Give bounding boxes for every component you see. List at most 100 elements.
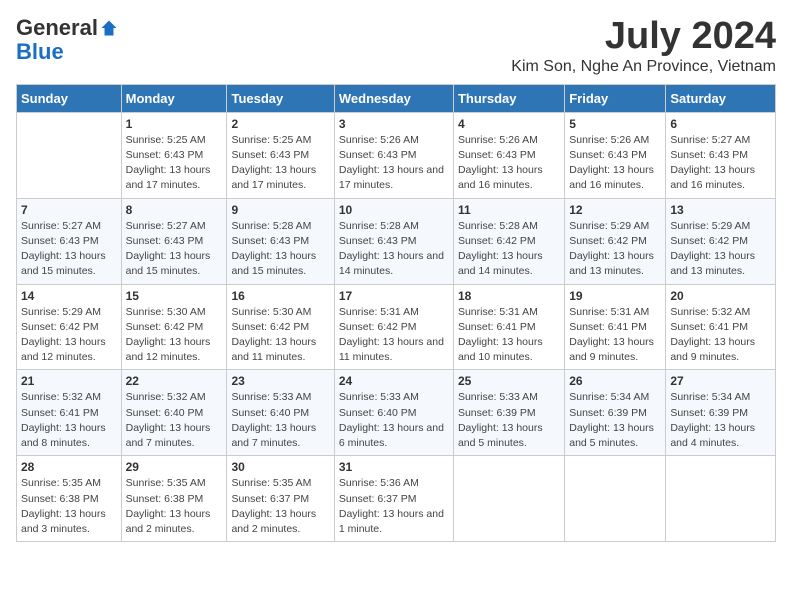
calendar-cell: 24 Sunrise: 5:33 AM Sunset: 6:40 PM Dayli… bbox=[334, 370, 453, 456]
day-number: 25 bbox=[458, 374, 560, 388]
day-number: 8 bbox=[126, 203, 223, 217]
calendar-cell: 10 Sunrise: 5:28 AM Sunset: 6:43 PM Dayli… bbox=[334, 198, 453, 284]
calendar-cell: 23 Sunrise: 5:33 AM Sunset: 6:40 PM Dayli… bbox=[227, 370, 334, 456]
day-info: Sunrise: 5:28 AM Sunset: 6:43 PM Dayligh… bbox=[339, 219, 449, 280]
day-info: Sunrise: 5:33 AM Sunset: 6:40 PM Dayligh… bbox=[339, 390, 449, 451]
day-number: 29 bbox=[126, 460, 223, 474]
day-info: Sunrise: 5:36 AM Sunset: 6:37 PM Dayligh… bbox=[339, 476, 449, 537]
day-info: Sunrise: 5:30 AM Sunset: 6:42 PM Dayligh… bbox=[231, 305, 329, 366]
calendar-cell: 31 Sunrise: 5:36 AM Sunset: 6:37 PM Dayli… bbox=[334, 456, 453, 542]
column-header-thursday: Thursday bbox=[453, 84, 564, 112]
calendar-cell: 8 Sunrise: 5:27 AM Sunset: 6:43 PM Daylig… bbox=[121, 198, 227, 284]
logo-blue-text: Blue bbox=[16, 40, 118, 64]
day-number: 4 bbox=[458, 117, 560, 131]
calendar-cell: 15Sunrise: 5:30 AM Sunset: 6:42 PM Dayli… bbox=[121, 284, 227, 370]
day-info: Sunrise: 5:29 AM Sunset: 6:42 PM Dayligh… bbox=[670, 219, 771, 280]
day-number: 1 bbox=[126, 117, 223, 131]
month-year-title: July 2024 bbox=[511, 16, 776, 58]
column-header-tuesday: Tuesday bbox=[227, 84, 334, 112]
day-info: Sunrise: 5:26 AM Sunset: 6:43 PM Dayligh… bbox=[458, 133, 560, 194]
calendar-cell: 16 Sunrise: 5:30 AM Sunset: 6:42 PM Dayli… bbox=[227, 284, 334, 370]
calendar-cell: 18 Sunrise: 5:31 AM Sunset: 6:41 PM Dayli… bbox=[453, 284, 564, 370]
day-info: Sunrise: 5:31 AM Sunset: 6:42 PM Dayligh… bbox=[339, 305, 449, 366]
day-number: 11 bbox=[458, 203, 560, 217]
logo-general-text: General bbox=[16, 16, 98, 40]
day-info: Sunrise: 5:31 AM Sunset: 6:41 PM Dayligh… bbox=[569, 305, 661, 366]
calendar-cell: 22Sunrise: 5:32 AM Sunset: 6:40 PM Dayli… bbox=[121, 370, 227, 456]
day-number: 30 bbox=[231, 460, 329, 474]
calendar-cell: 7 Sunrise: 5:27 AM Sunset: 6:43 PM Daylig… bbox=[17, 198, 122, 284]
calendar-cell: 4 Sunrise: 5:26 AM Sunset: 6:43 PM Daylig… bbox=[453, 112, 564, 198]
day-info: Sunrise: 5:32 AM Sunset: 6:41 PM Dayligh… bbox=[21, 390, 117, 451]
day-info: Sunrise: 5:27 AM Sunset: 6:43 PM Dayligh… bbox=[126, 219, 223, 280]
column-header-monday: Monday bbox=[121, 84, 227, 112]
calendar-cell: 2 Sunrise: 5:25 AM Sunset: 6:43 PM Daylig… bbox=[227, 112, 334, 198]
week-row-5: 28Sunrise: 5:35 AM Sunset: 6:38 PM Dayli… bbox=[17, 456, 776, 542]
day-number: 21 bbox=[21, 374, 117, 388]
column-header-friday: Friday bbox=[565, 84, 666, 112]
day-info: Sunrise: 5:25 AM Sunset: 6:43 PM Dayligh… bbox=[126, 133, 223, 194]
calendar-cell: 5 Sunrise: 5:26 AM Sunset: 6:43 PM Daylig… bbox=[565, 112, 666, 198]
week-row-1: 1 Sunrise: 5:25 AM Sunset: 6:43 PM Daylig… bbox=[17, 112, 776, 198]
day-number: 14 bbox=[21, 289, 117, 303]
day-number: 24 bbox=[339, 374, 449, 388]
day-info: Sunrise: 5:33 AM Sunset: 6:40 PM Dayligh… bbox=[231, 390, 329, 451]
day-info: Sunrise: 5:26 AM Sunset: 6:43 PM Dayligh… bbox=[339, 133, 449, 194]
day-number: 18 bbox=[458, 289, 560, 303]
calendar-cell: 9 Sunrise: 5:28 AM Sunset: 6:43 PM Daylig… bbox=[227, 198, 334, 284]
calendar-cell: 12 Sunrise: 5:29 AM Sunset: 6:42 PM Dayli… bbox=[565, 198, 666, 284]
calendar-cell: 25 Sunrise: 5:33 AM Sunset: 6:39 PM Dayli… bbox=[453, 370, 564, 456]
calendar-cell bbox=[453, 456, 564, 542]
calendar-table: SundayMondayTuesdayWednesdayThursdayFrid… bbox=[16, 84, 776, 542]
day-info: Sunrise: 5:28 AM Sunset: 6:43 PM Dayligh… bbox=[231, 219, 329, 280]
day-info: Sunrise: 5:26 AM Sunset: 6:43 PM Dayligh… bbox=[569, 133, 661, 194]
week-row-2: 7 Sunrise: 5:27 AM Sunset: 6:43 PM Daylig… bbox=[17, 198, 776, 284]
calendar-cell: 29Sunrise: 5:35 AM Sunset: 6:38 PM Dayli… bbox=[121, 456, 227, 542]
calendar-cell: 13 Sunrise: 5:29 AM Sunset: 6:42 PM Dayli… bbox=[666, 198, 776, 284]
day-number: 17 bbox=[339, 289, 449, 303]
calendar-cell: 14 Sunrise: 5:29 AM Sunset: 6:42 PM Dayli… bbox=[17, 284, 122, 370]
calendar-cell: 19Sunrise: 5:31 AM Sunset: 6:41 PM Dayli… bbox=[565, 284, 666, 370]
week-row-3: 14 Sunrise: 5:29 AM Sunset: 6:42 PM Dayli… bbox=[17, 284, 776, 370]
day-number: 12 bbox=[569, 203, 661, 217]
day-number: 9 bbox=[231, 203, 329, 217]
day-number: 13 bbox=[670, 203, 771, 217]
day-info: Sunrise: 5:31 AM Sunset: 6:41 PM Dayligh… bbox=[458, 305, 560, 366]
calendar-cell: 21 Sunrise: 5:32 AM Sunset: 6:41 PM Dayli… bbox=[17, 370, 122, 456]
calendar-header-row: SundayMondayTuesdayWednesdayThursdayFrid… bbox=[17, 84, 776, 112]
day-info: Sunrise: 5:32 AM Sunset: 6:41 PM Dayligh… bbox=[670, 305, 771, 366]
header: General Blue July 2024 Kim Son, Nghe An … bbox=[16, 16, 776, 76]
calendar-cell: 20 Sunrise: 5:32 AM Sunset: 6:41 PM Dayli… bbox=[666, 284, 776, 370]
calendar-cell: 1 Sunrise: 5:25 AM Sunset: 6:43 PM Daylig… bbox=[121, 112, 227, 198]
day-number: 5 bbox=[569, 117, 661, 131]
day-info: Sunrise: 5:27 AM Sunset: 6:43 PM Dayligh… bbox=[21, 219, 117, 280]
day-number: 23 bbox=[231, 374, 329, 388]
column-header-saturday: Saturday bbox=[666, 84, 776, 112]
day-number: 27 bbox=[670, 374, 771, 388]
calendar-cell bbox=[565, 456, 666, 542]
calendar-cell: 26 Sunrise: 5:34 AM Sunset: 6:39 PM Dayli… bbox=[565, 370, 666, 456]
day-info: Sunrise: 5:25 AM Sunset: 6:43 PM Dayligh… bbox=[231, 133, 329, 194]
day-number: 2 bbox=[231, 117, 329, 131]
calendar-cell bbox=[666, 456, 776, 542]
day-info: Sunrise: 5:29 AM Sunset: 6:42 PM Dayligh… bbox=[21, 305, 117, 366]
calendar-cell: 28Sunrise: 5:35 AM Sunset: 6:38 PM Dayli… bbox=[17, 456, 122, 542]
calendar-cell: 30 Sunrise: 5:35 AM Sunset: 6:37 PM Dayli… bbox=[227, 456, 334, 542]
day-info: Sunrise: 5:32 AM Sunset: 6:40 PM Dayligh… bbox=[126, 390, 223, 451]
day-info: Sunrise: 5:33 AM Sunset: 6:39 PM Dayligh… bbox=[458, 390, 560, 451]
day-number: 20 bbox=[670, 289, 771, 303]
day-number: 31 bbox=[339, 460, 449, 474]
calendar-cell bbox=[17, 112, 122, 198]
day-info: Sunrise: 5:34 AM Sunset: 6:39 PM Dayligh… bbox=[670, 390, 771, 451]
calendar-cell: 3Sunrise: 5:26 AM Sunset: 6:43 PM Daylig… bbox=[334, 112, 453, 198]
day-info: Sunrise: 5:34 AM Sunset: 6:39 PM Dayligh… bbox=[569, 390, 661, 451]
day-number: 26 bbox=[569, 374, 661, 388]
day-number: 16 bbox=[231, 289, 329, 303]
day-number: 10 bbox=[339, 203, 449, 217]
day-number: 15 bbox=[126, 289, 223, 303]
day-info: Sunrise: 5:29 AM Sunset: 6:42 PM Dayligh… bbox=[569, 219, 661, 280]
day-number: 7 bbox=[21, 203, 117, 217]
day-info: Sunrise: 5:35 AM Sunset: 6:37 PM Dayligh… bbox=[231, 476, 329, 537]
day-info: Sunrise: 5:27 AM Sunset: 6:43 PM Dayligh… bbox=[670, 133, 771, 194]
day-number: 6 bbox=[670, 117, 771, 131]
